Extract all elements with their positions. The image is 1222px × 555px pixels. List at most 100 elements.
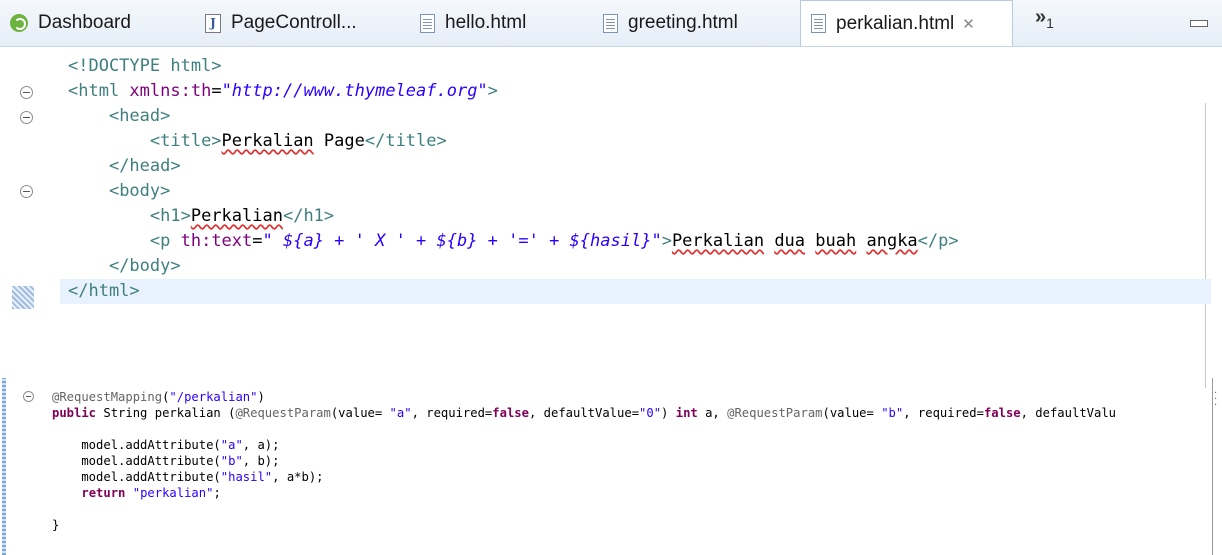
tab-overflow-button[interactable]: »1 <box>1035 6 1054 31</box>
code-token: buah <box>815 231 857 251</box>
code-token: <p <box>149 231 181 251</box>
overview-ruler-marker: · · · <box>1214 388 1218 411</box>
tab-label: hello.html <box>445 12 527 33</box>
code-token: " ${a} + ' X ' + ${b} + '=' + ${hasil}" <box>262 231 662 251</box>
code-line[interactable]: <title>Perkalian Page</title> <box>68 129 447 154</box>
code-token: </p> <box>917 231 959 251</box>
tab-label: perkalian.html <box>836 12 955 34</box>
code-line[interactable]: <html xmlns:th="http://www.thymeleaf.org… <box>68 79 498 104</box>
html-file-icon <box>811 14 826 33</box>
code-token: <title> <box>149 131 222 151</box>
code-token: ) <box>257 390 265 404</box>
editor-right-border <box>1212 378 1213 555</box>
code-token: ) <box>661 406 676 420</box>
code-token: <html <box>68 81 130 101</box>
tab-label: PageControll... <box>231 12 357 33</box>
code-token: , required= <box>903 406 984 420</box>
code-token: "perkalian" <box>132 486 214 500</box>
code-token: th:text <box>180 231 253 251</box>
close-tab-icon[interactable]: ✕ <box>962 15 975 33</box>
code-token: dua <box>774 231 806 251</box>
spring-dashboard-icon <box>10 14 28 32</box>
code-token: ; <box>213 486 221 500</box>
code-token: "a" <box>389 406 412 420</box>
code-token: @RequestParam <box>235 406 331 420</box>
code-token: "b" <box>881 406 904 420</box>
code-token: > <box>661 231 672 251</box>
tab-perkalian-html[interactable]: perkalian.html ✕ <box>800 0 1013 46</box>
code-token: } <box>52 518 60 532</box>
code-line[interactable]: } <box>52 517 59 533</box>
tab-greeting-html[interactable]: greeting.html <box>603 0 738 46</box>
code-token: model.addAttribute( <box>52 438 221 452</box>
chevron-icon: » <box>1035 6 1047 28</box>
code-line[interactable]: @RequestMapping("/perkalian") <box>52 389 265 405</box>
tab-dashboard[interactable]: Dashboard <box>10 0 131 46</box>
code-token: "hasil" <box>220 470 273 484</box>
code-token: , defaultValu <box>1020 406 1117 420</box>
code-token: = <box>211 81 222 101</box>
code-token: false <box>983 406 1021 420</box>
code-token: <head> <box>108 106 171 126</box>
code-token: Page <box>313 131 365 151</box>
editor-tab-bar: Dashboard J PageControll... hello.html g… <box>0 0 1222 47</box>
code-line[interactable]: model.addAttribute("a", a); <box>52 437 279 453</box>
code-token: "http://www.thymeleaf.org" <box>221 81 488 101</box>
code-token: <h1> <box>149 206 191 226</box>
code-token: </h1> <box>282 206 335 226</box>
tab-pagecontroller[interactable]: J PageControll... <box>205 0 357 46</box>
code-line[interactable]: </html> <box>60 279 1211 304</box>
tab-hello-html[interactable]: hello.html <box>420 0 526 46</box>
html-file-icon <box>603 13 618 33</box>
code-token: false <box>492 406 529 420</box>
fold-toggle-icon[interactable] <box>20 111 33 124</box>
code-token: xmlns:th <box>129 81 212 101</box>
code-line[interactable]: public String perkalian (@RequestParam(v… <box>52 405 1116 421</box>
minimize-icon[interactable] <box>1190 20 1208 27</box>
fold-toggle-icon[interactable] <box>23 391 34 402</box>
code-token: = <box>252 231 263 251</box>
fold-toggle-icon[interactable] <box>20 86 33 99</box>
code-token: <body> <box>108 181 171 201</box>
code-line[interactable]: </body> <box>68 254 181 279</box>
code-token: Perkalian <box>190 206 283 226</box>
html-file-icon <box>420 13 435 33</box>
code-line[interactable]: <head> <box>68 104 170 129</box>
code-token: , defaultValue= <box>528 406 640 420</box>
code-line[interactable]: </head> <box>68 154 181 179</box>
code-line[interactable]: <body> <box>68 179 170 204</box>
code-line[interactable]: model.addAttribute("hasil", a*b); <box>52 469 324 485</box>
code-token: (value= <box>330 406 390 420</box>
code-token: @RequestMapping <box>52 390 163 404</box>
code-token: angka <box>866 231 918 251</box>
code-token: </title> <box>364 131 447 151</box>
code-token: , b); <box>242 454 280 468</box>
code-token: , a); <box>242 438 280 452</box>
code-line[interactable]: <!DOCTYPE html> <box>68 54 222 79</box>
code-line[interactable]: return "perkalian"; <box>52 485 221 501</box>
fold-toggle-icon[interactable] <box>20 185 33 198</box>
code-token: Perkalian <box>671 231 765 251</box>
code-token: > <box>487 81 498 101</box>
tab-label: Dashboard <box>38 12 131 33</box>
editor-right-border <box>1205 103 1206 388</box>
code-line[interactable]: <p th:text=" ${a} + ' X ' + ${b} + '=' +… <box>68 229 959 254</box>
code-token: </head> <box>108 156 181 176</box>
code-line[interactable]: model.addAttribute("b", b); <box>52 453 279 469</box>
code-line[interactable]: <h1>Perkalian</h1> <box>68 204 334 229</box>
code-token: , a*b); <box>272 470 324 484</box>
code-token: Perkalian <box>221 131 314 151</box>
code-token: "0" <box>639 406 662 420</box>
code-token: public <box>52 406 97 420</box>
code-token: int <box>675 406 698 420</box>
code-token: </body> <box>108 256 181 276</box>
